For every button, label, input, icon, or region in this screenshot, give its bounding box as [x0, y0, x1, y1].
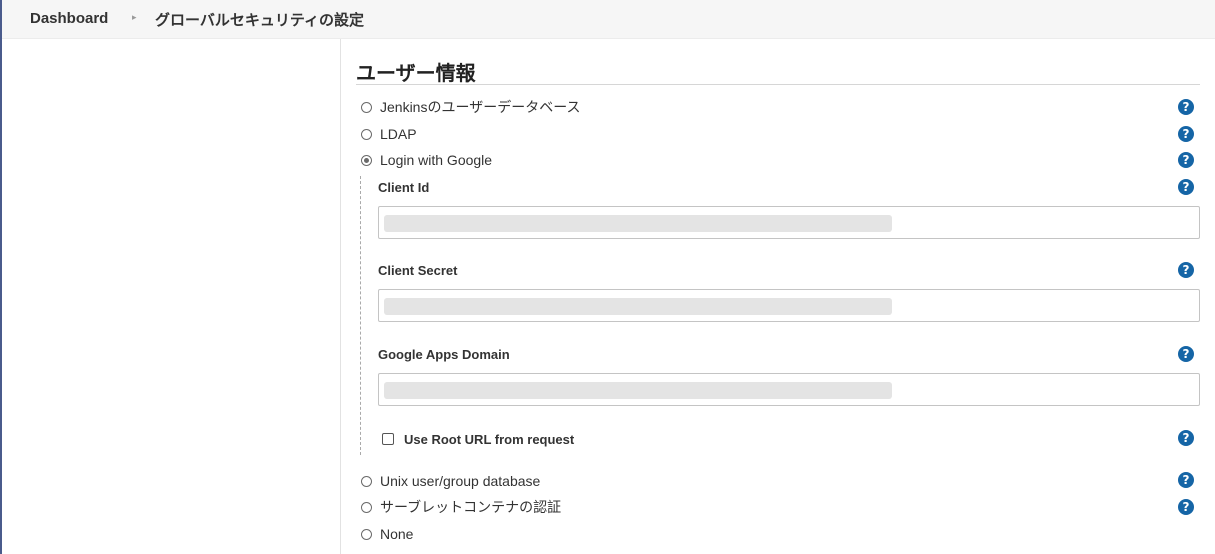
radio-label: None [380, 526, 414, 542]
radio-label: Login with Google [380, 152, 493, 168]
breadcrumb-dashboard-link[interactable]: Dashboard [30, 10, 108, 27]
nested-options-guide [360, 176, 361, 455]
help-icon[interactable]: ? [1178, 262, 1194, 278]
use-root-url-label: Use Root URL from request [404, 431, 575, 447]
breadcrumb-chevron-icon: ▸ [132, 12, 137, 22]
section-divider [356, 84, 1200, 85]
radio-option-none[interactable]: None [361, 524, 413, 544]
section-title-user-info: ユーザー情報 [356, 63, 476, 85]
client-secret-label: Client Secret [378, 263, 458, 278]
help-icon[interactable]: ? [1178, 472, 1194, 488]
use-root-url-option[interactable]: Use Root URL from request [382, 429, 574, 449]
radio-button[interactable] [361, 128, 372, 140]
redacted-value [384, 298, 892, 315]
breadcrumb: Dashboard ▸ グローバルセキュリティの設定 [2, 0, 1215, 39]
google-apps-domain-label: Google Apps Domain [378, 347, 510, 362]
help-icon[interactable]: ? [1178, 99, 1194, 115]
help-icon[interactable]: ? [1178, 126, 1194, 142]
help-icon[interactable]: ? [1178, 179, 1194, 195]
radio-button[interactable] [361, 101, 372, 113]
breadcrumb-current-page: グローバルセキュリティの設定 [155, 12, 364, 29]
radio-option-ldap[interactable]: LDAP [361, 124, 417, 144]
client-secret-input[interactable] [378, 289, 1200, 322]
radio-label: サーブレットコンテナの認証 [380, 499, 562, 515]
radio-button[interactable] [361, 528, 372, 540]
redacted-value [384, 215, 892, 232]
client-id-label: Client Id [378, 180, 430, 195]
google-apps-domain-input[interactable] [378, 373, 1200, 406]
radio-label: Jenkinsのユーザーデータベース [380, 99, 581, 115]
help-icon[interactable]: ? [1178, 152, 1194, 168]
help-icon[interactable]: ? [1178, 499, 1194, 515]
radio-option-unix-database[interactable]: Unix user/group database [361, 471, 540, 491]
use-root-url-checkbox[interactable] [382, 433, 394, 445]
client-id-input[interactable] [378, 206, 1200, 239]
radio-button[interactable] [361, 475, 372, 487]
radio-option-jenkins-db[interactable]: Jenkinsのユーザーデータベース [361, 97, 581, 117]
help-icon[interactable]: ? [1178, 430, 1194, 446]
side-panel [2, 39, 341, 554]
radio-button-selected[interactable] [361, 154, 372, 166]
radio-option-login-with-google[interactable]: Login with Google [361, 150, 492, 170]
radio-label: Unix user/group database [380, 473, 541, 489]
radio-label: LDAP [380, 126, 417, 142]
radio-button[interactable] [361, 501, 372, 513]
help-icon[interactable]: ? [1178, 346, 1194, 362]
redacted-value [384, 382, 892, 399]
radio-option-servlet-container[interactable]: サーブレットコンテナの認証 [361, 497, 561, 517]
